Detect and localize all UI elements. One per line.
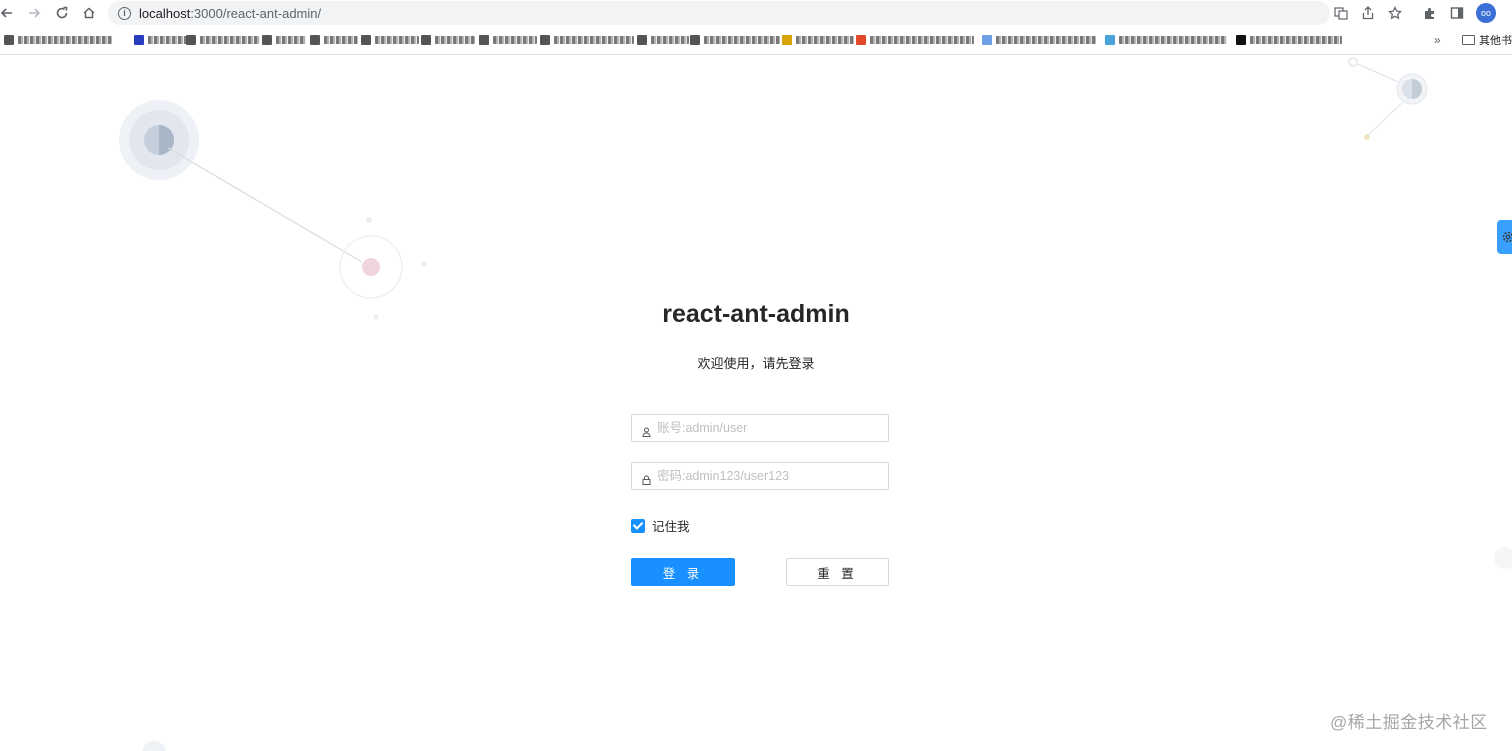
bookmark-star-button[interactable] <box>1384 0 1406 26</box>
bookmark-item[interactable] <box>1105 33 1227 47</box>
home-button[interactable] <box>76 0 102 26</box>
more-bookmarks-button[interactable]: » <box>1434 33 1441 47</box>
home-icon <box>83 7 95 19</box>
username-field[interactable] <box>631 414 889 442</box>
bookmark-item[interactable] <box>637 33 689 47</box>
particle-dot <box>421 261 427 267</box>
bookmark-item[interactable] <box>1236 33 1342 47</box>
bookmark-item[interactable] <box>4 33 112 47</box>
translate-icon <box>1334 7 1348 20</box>
bookmark-favicon <box>479 35 489 45</box>
profile-avatar[interactable]: oo <box>1476 3 1496 23</box>
translate-button[interactable] <box>1330 0 1352 26</box>
username-input[interactable] <box>657 421 877 435</box>
particle-dot <box>142 741 166 751</box>
bookmark-favicon <box>361 35 371 45</box>
login-button[interactable]: 登 录 <box>631 558 735 586</box>
particle-link <box>167 147 363 263</box>
bookmark-favicon <box>186 35 196 45</box>
bookmark-favicon <box>690 35 700 45</box>
bookmark-favicon <box>1105 35 1115 45</box>
bookmark-favicon <box>782 35 792 45</box>
other-bookmarks-folder[interactable]: 其他书 <box>1462 32 1512 48</box>
particle-link <box>1352 61 1404 85</box>
bookmark-item[interactable] <box>310 33 358 47</box>
bookmark-item[interactable] <box>186 33 260 47</box>
bookmark-item[interactable] <box>782 33 854 47</box>
back-button[interactable] <box>0 0 20 26</box>
bookmark-item[interactable] <box>262 33 306 47</box>
password-field[interactable] <box>631 462 889 490</box>
bookmark-item[interactable] <box>690 33 780 47</box>
bookmark-favicon <box>4 35 14 45</box>
login-page: react-ant-admin 欢迎使用，请先登录 记住我 登 录 重 置 @稀… <box>0 56 1512 751</box>
lock-icon <box>642 472 651 485</box>
browser-toolbar: i localhost:3000/react-ant-admin/ oo <box>0 0 1512 26</box>
particle-dot <box>1348 57 1358 67</box>
password-input[interactable] <box>657 469 877 483</box>
side-panel-button[interactable] <box>1446 0 1468 26</box>
user-icon <box>642 424 651 437</box>
remember-label: 记住我 <box>652 520 690 534</box>
bookmark-item[interactable] <box>421 33 475 47</box>
remember-checkbox[interactable] <box>631 518 645 533</box>
side-panel-icon <box>1450 7 1464 19</box>
settings-drawer-handle[interactable] <box>1497 220 1512 254</box>
forward-button[interactable] <box>21 0 47 26</box>
bookmark-item[interactable] <box>479 33 537 47</box>
reload-icon <box>56 6 68 19</box>
bookmark-item[interactable] <box>134 33 186 47</box>
reload-button[interactable] <box>49 0 75 26</box>
particle-node-pink <box>362 258 380 276</box>
url-text: localhost:3000/react-ant-admin/ <box>139 6 321 21</box>
share-icon <box>1362 6 1374 20</box>
bookmark-favicon <box>1236 35 1246 45</box>
folder-icon <box>1462 35 1475 45</box>
url-path: :3000/react-ant-admin/ <box>190 5 322 21</box>
arrow-right-icon <box>29 8 41 18</box>
address-bar[interactable]: i localhost:3000/react-ant-admin/ <box>108 1 1330 25</box>
other-bookmarks-label: 其他书 <box>1479 35 1512 47</box>
bookmark-favicon <box>310 35 320 45</box>
particle-dot <box>1364 134 1370 140</box>
bookmark-favicon <box>134 35 144 45</box>
particle-dot <box>1494 547 1512 569</box>
page-title: react-ant-admin <box>662 300 850 328</box>
remember-me[interactable]: 记住我 <box>631 516 690 535</box>
bookmark-favicon <box>262 35 272 45</box>
url-host: localhost <box>139 5 191 21</box>
gear-icon <box>1502 231 1512 243</box>
bookmark-favicon <box>540 35 550 45</box>
reset-button[interactable]: 重 置 <box>786 558 889 586</box>
share-button[interactable] <box>1357 0 1379 26</box>
site-info-icon[interactable]: i <box>118 6 131 20</box>
bookmark-item[interactable] <box>540 33 634 47</box>
bookmark-item[interactable] <box>856 33 974 47</box>
puzzle-icon <box>1425 8 1434 19</box>
bookmark-item[interactable] <box>982 33 1096 47</box>
bookmark-item[interactable] <box>361 33 419 47</box>
particle-dot <box>366 217 372 223</box>
extensions-button[interactable] <box>1419 0 1441 26</box>
watermark: @稀土掘金技术社区 <box>1330 713 1488 732</box>
bookmark-favicon <box>982 35 992 45</box>
background-particles <box>119 57 1512 751</box>
bookmark-favicon <box>637 35 647 45</box>
bookmark-favicon <box>421 35 431 45</box>
page-subtitle: 欢迎使用，请先登录 <box>697 356 815 371</box>
star-icon <box>1388 6 1402 20</box>
arrow-left-icon <box>0 8 12 18</box>
bookmark-favicon <box>856 35 866 45</box>
particle-link <box>1366 101 1404 137</box>
